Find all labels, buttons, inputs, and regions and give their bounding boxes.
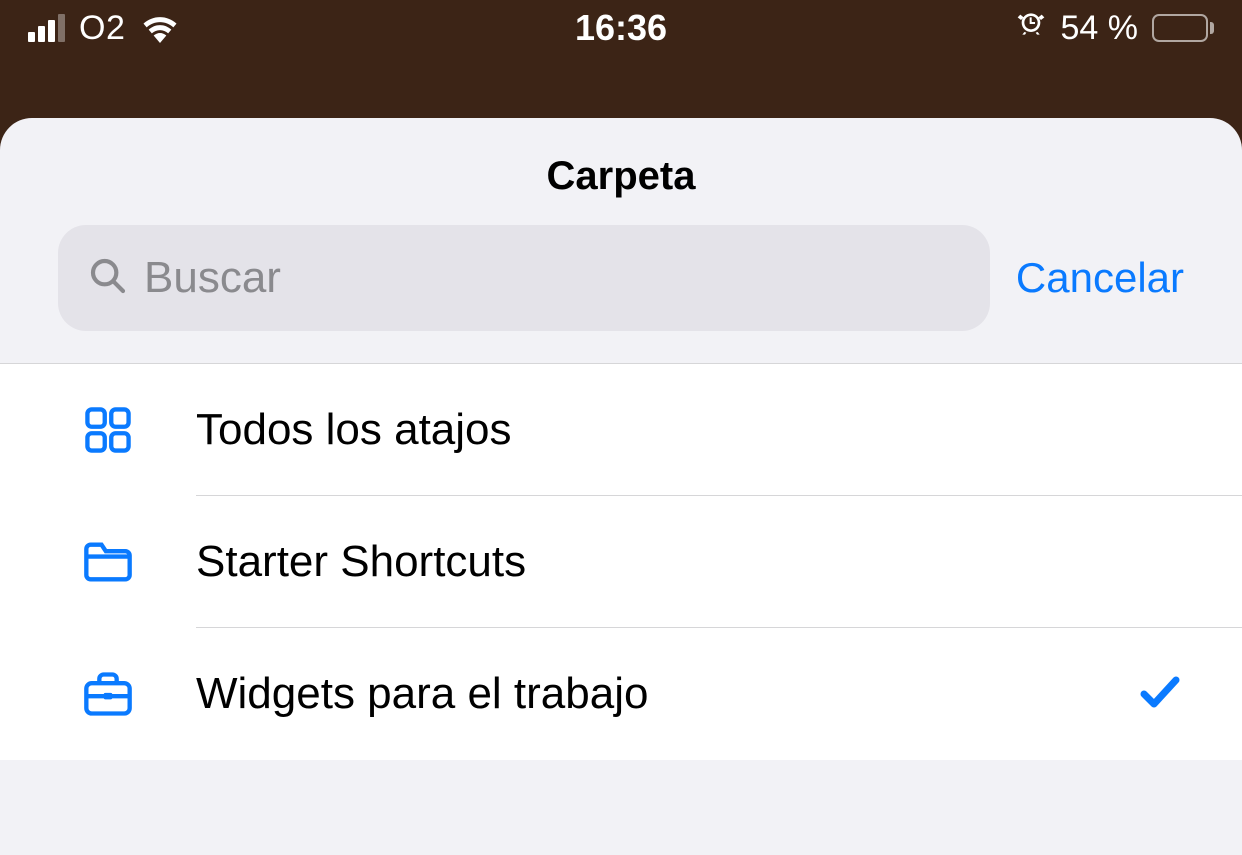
list-item-starter-shortcuts[interactable]: Starter Shortcuts <box>0 496 1242 628</box>
status-bar: O2 16:36 54 % <box>0 0 1242 56</box>
wifi-icon <box>139 13 181 43</box>
alarm-icon <box>1015 8 1047 49</box>
cellular-signal-icon <box>28 14 65 42</box>
carrier-label: O2 <box>79 9 125 48</box>
list-item-label: Todos los atajos <box>196 405 1242 455</box>
folder-picker-sheet: Carpeta Cancelar Todos <box>0 118 1242 855</box>
battery-percent-label: 54 % <box>1061 9 1139 48</box>
battery-icon <box>1152 14 1214 42</box>
status-bar-left: O2 <box>28 9 181 48</box>
list-item-all-shortcuts[interactable]: Todos los atajos <box>0 364 1242 496</box>
search-field[interactable] <box>58 225 990 331</box>
list-item-label: Widgets para el trabajo <box>196 669 1136 719</box>
folder-list: Todos los atajos Starter Shortcuts <box>0 363 1242 760</box>
list-item-work-widgets[interactable]: Widgets para el trabajo <box>0 628 1242 760</box>
sheet-title: Carpeta <box>0 154 1242 199</box>
folder-icon <box>78 539 138 585</box>
search-input[interactable] <box>144 253 960 303</box>
status-bar-right: 54 % <box>1015 8 1215 49</box>
status-bar-time: 16:36 <box>575 7 667 49</box>
checkmark-icon <box>1136 668 1184 721</box>
search-row: Cancelar <box>0 225 1242 363</box>
search-icon <box>88 256 128 301</box>
cancel-button[interactable]: Cancelar <box>1016 254 1184 302</box>
sheet-header: Carpeta <box>0 118 1242 225</box>
briefcase-icon <box>78 670 138 718</box>
grid-icon <box>78 404 138 456</box>
list-item-label: Starter Shortcuts <box>196 537 1242 587</box>
